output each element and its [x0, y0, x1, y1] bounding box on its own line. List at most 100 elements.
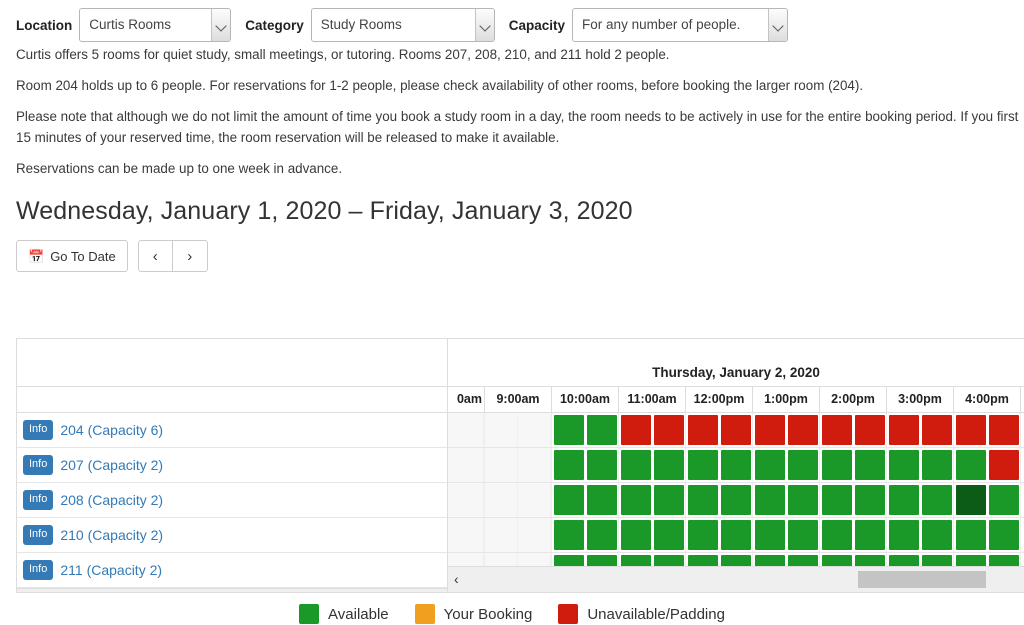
room-name-link[interactable]: 208 (Capacity 2) — [60, 492, 163, 508]
slot-avail[interactable] — [854, 485, 885, 515]
slot-unavail[interactable] — [687, 415, 718, 445]
slot-unavail[interactable] — [821, 415, 852, 445]
slot-avail[interactable] — [553, 415, 584, 445]
go-to-date-label: Go To Date — [50, 248, 116, 264]
go-to-date-button[interactable]: 📅 Go To Date — [16, 240, 128, 272]
slot-unavail[interactable] — [988, 415, 1019, 445]
slot-avail[interactable] — [854, 450, 885, 480]
slot-disabled — [485, 413, 518, 447]
previous-date-button[interactable]: ‹ — [137, 240, 173, 272]
slot-avail[interactable] — [821, 450, 852, 480]
slot-avail[interactable] — [988, 520, 1019, 550]
slot-avail[interactable] — [687, 520, 718, 550]
slot-avail[interactable] — [687, 485, 718, 515]
slot-avail[interactable] — [921, 485, 952, 515]
next-date-button[interactable]: › — [172, 240, 208, 272]
slot-avail[interactable] — [955, 450, 986, 480]
scrollbar-thumb[interactable] — [858, 571, 986, 588]
slot-avail[interactable] — [921, 450, 952, 480]
room-info-button[interactable]: Info — [23, 455, 54, 475]
slot-avail[interactable] — [586, 485, 617, 515]
slot-avail[interactable] — [754, 485, 785, 515]
slot-unavail[interactable] — [921, 415, 952, 445]
slot-avail[interactable] — [720, 485, 751, 515]
slot-unavail[interactable] — [620, 415, 651, 445]
slot-avail[interactable] — [553, 485, 584, 515]
capacity-select[interactable]: For any number of people. — [572, 8, 789, 42]
rooms-column-subheader — [17, 387, 447, 413]
time-column-header: 12:00pm — [686, 387, 753, 412]
slot-disabled — [485, 483, 518, 517]
location-select[interactable]: Curtis Rooms — [79, 8, 232, 42]
slot-avail[interactable] — [553, 450, 584, 480]
schedule-grid: Thursday, January 2, 2020 0am 9:00am 10:00… — [448, 339, 1024, 592]
slot-avail[interactable] — [653, 450, 684, 480]
hour-block — [686, 413, 753, 447]
hour-block — [686, 483, 753, 517]
room-name-link[interactable]: 207 (Capacity 2) — [60, 457, 163, 473]
slot-unavail[interactable] — [988, 450, 1019, 480]
slot-unavail[interactable] — [888, 415, 919, 445]
table-row: Info 208 (Capacity 2) — [17, 483, 447, 518]
slot-avail[interactable] — [888, 485, 919, 515]
slot-avail[interactable] — [586, 450, 617, 480]
hour-block — [954, 483, 1021, 517]
slot-avail[interactable] — [720, 520, 751, 550]
hour-block — [753, 518, 820, 552]
slot-unavail[interactable] — [787, 415, 818, 445]
slot-avail[interactable] — [787, 520, 818, 550]
day-header-label: Thursday, January 2, 2020 — [652, 365, 820, 380]
day-header: Thursday, January 2, 2020 — [448, 339, 1024, 387]
slot-avail[interactable] — [888, 520, 919, 550]
chevron-down-icon — [211, 9, 231, 41]
slot-unavail[interactable] — [955, 415, 986, 445]
slot-avail[interactable] — [754, 520, 785, 550]
slot-avail[interactable] — [787, 450, 818, 480]
room-info-button[interactable]: Info — [23, 525, 54, 545]
slot-unavail[interactable] — [720, 415, 751, 445]
slot-avail[interactable] — [653, 485, 684, 515]
availability-rows — [448, 413, 1024, 588]
slot-avail[interactable] — [687, 450, 718, 480]
capacity-select-value: For any number of people. — [582, 17, 741, 32]
slot-avail[interactable] — [888, 450, 919, 480]
time-column-header: 0am — [448, 387, 485, 412]
slot-avail[interactable] — [955, 520, 986, 550]
slot-avail[interactable] — [586, 415, 617, 445]
slot-avail[interactable] — [854, 520, 885, 550]
slot-avail[interactable] — [553, 520, 584, 550]
slot-avail-hover[interactable] — [955, 485, 986, 515]
room-name-link[interactable]: 211 (Capacity 2) — [60, 562, 162, 578]
slot-avail[interactable] — [821, 520, 852, 550]
hour-block — [552, 448, 619, 482]
slot-avail[interactable] — [787, 485, 818, 515]
slot-avail[interactable] — [620, 485, 651, 515]
slot-avail[interactable] — [586, 520, 617, 550]
category-select[interactable]: Study Rooms — [310, 8, 495, 42]
slot-avail[interactable] — [921, 520, 952, 550]
time-column-header: 1:00pm — [753, 387, 820, 412]
legend-color-swatch — [414, 604, 435, 624]
room-info-button[interactable]: Info — [23, 560, 54, 580]
hour-block — [753, 413, 820, 447]
slot-avail[interactable] — [620, 450, 651, 480]
slot-avail[interactable] — [620, 520, 651, 550]
slot-avail[interactable] — [988, 485, 1019, 515]
slot-avail[interactable] — [720, 450, 751, 480]
description-block: Curtis offers 5 rooms for quiet study, s… — [16, 44, 1024, 179]
room-name-link[interactable]: 204 (Capacity 6) — [60, 422, 163, 438]
horizontal-scrollbar[interactable]: ‹ — [448, 566, 1024, 592]
slot-avail[interactable] — [754, 450, 785, 480]
scroll-left-icon[interactable]: ‹ — [454, 570, 459, 588]
slot-unavail[interactable] — [854, 415, 885, 445]
room-name-link[interactable]: 210 (Capacity 2) — [60, 527, 163, 543]
legend-item: Unavailable/Padding — [558, 604, 725, 624]
hour-block — [820, 448, 887, 482]
slot-avail[interactable] — [653, 520, 684, 550]
room-info-button[interactable]: Info — [23, 420, 54, 440]
room-info-button[interactable]: Info — [23, 490, 54, 510]
table-row: Info 210 (Capacity 2) — [17, 518, 447, 553]
slot-unavail[interactable] — [653, 415, 684, 445]
slot-unavail[interactable] — [754, 415, 785, 445]
slot-avail[interactable] — [821, 485, 852, 515]
